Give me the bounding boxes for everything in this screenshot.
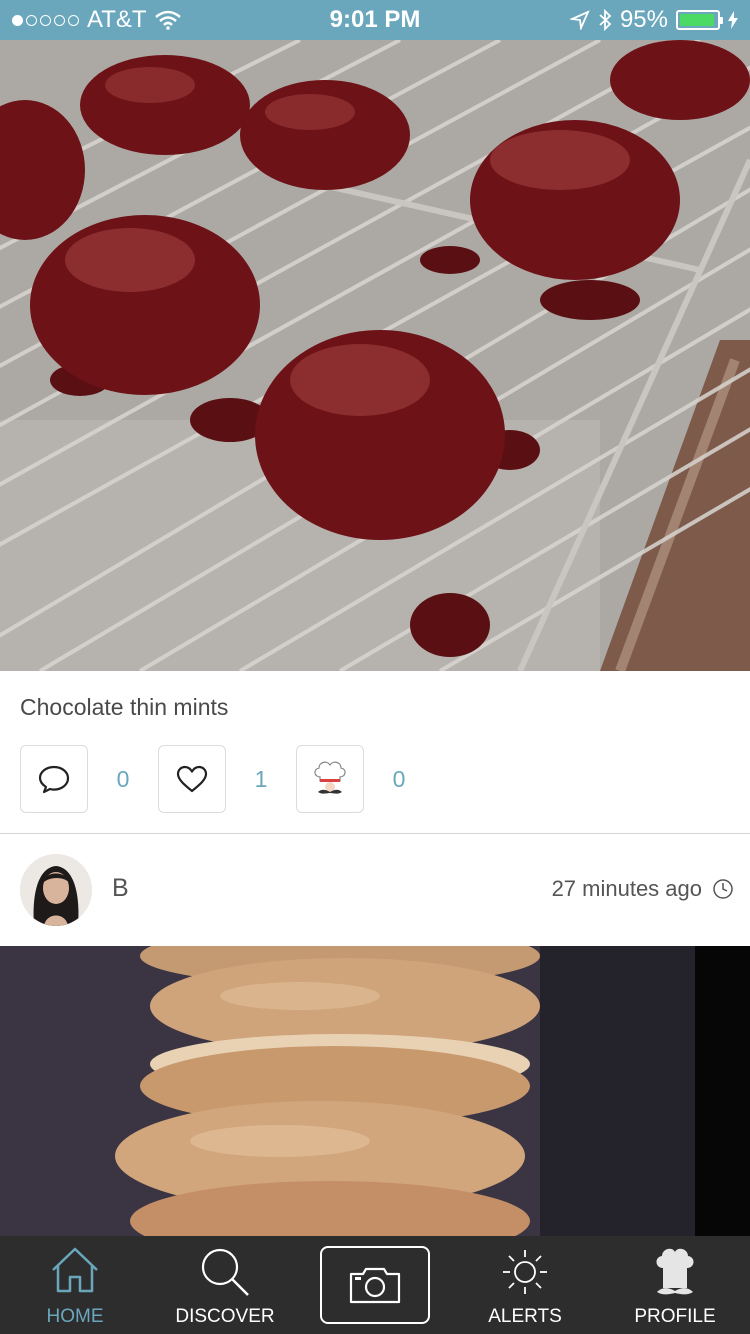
location-arrow-icon xyxy=(569,10,590,30)
avatar-image xyxy=(20,854,92,926)
tab-discover-label: DISCOVER xyxy=(175,1306,275,1327)
peanut-butter-cookies-image xyxy=(0,946,750,1236)
search-icon xyxy=(201,1248,249,1296)
chef-count: 0 xyxy=(392,765,406,792)
clock-icon xyxy=(713,879,733,899)
next-post-photo[interactable] xyxy=(0,946,750,1236)
status-bar: AT&T 9:01 PM 95% xyxy=(0,0,750,40)
camera-button[interactable] xyxy=(320,1246,430,1324)
status-left: AT&T xyxy=(12,0,181,40)
chef-button[interactable] xyxy=(296,745,364,813)
heart-icon xyxy=(176,765,208,793)
next-post-header: B 27 minutes ago xyxy=(0,834,750,946)
tab-discover[interactable]: DISCOVER xyxy=(150,1236,300,1334)
post-timestamp: 27 minutes ago xyxy=(552,876,734,902)
tab-profile[interactable]: PROFILE xyxy=(600,1236,750,1334)
home-icon xyxy=(52,1247,98,1293)
battery-percent: 95% xyxy=(619,6,668,33)
tab-camera[interactable] xyxy=(300,1236,450,1334)
tab-home[interactable]: HOME xyxy=(0,1236,150,1334)
charging-bolt-icon xyxy=(728,11,738,29)
profile-chef-icon xyxy=(656,1248,694,1295)
carrier-label: AT&T xyxy=(87,6,147,33)
chef-hat-icon xyxy=(314,761,346,794)
chocolate-thin-mints-image xyxy=(0,40,750,671)
like-count: 1 xyxy=(254,765,268,792)
post-photo[interactable] xyxy=(0,40,750,671)
status-right: 95% xyxy=(569,0,738,40)
post-caption: Chocolate thin mints xyxy=(20,694,229,720)
like-button[interactable] xyxy=(158,745,226,813)
camera-icon xyxy=(349,1267,401,1304)
tab-alerts-label: ALERTS xyxy=(488,1306,562,1327)
comment-count: 0 xyxy=(116,765,130,792)
signal-strength-icon xyxy=(12,14,79,26)
battery-fill xyxy=(680,14,715,26)
bluetooth-icon xyxy=(599,9,612,31)
battery-icon xyxy=(676,10,723,30)
tab-alerts[interactable]: ALERTS xyxy=(450,1236,600,1334)
timestamp-label: 27 minutes ago xyxy=(551,876,702,901)
tab-profile-label: PROFILE xyxy=(634,1306,716,1327)
tab-home-label: HOME xyxy=(46,1306,104,1327)
avatar[interactable] xyxy=(20,854,92,926)
author-name[interactable]: B xyxy=(112,874,129,903)
comment-icon xyxy=(38,765,70,794)
wifi-icon xyxy=(154,10,181,30)
comment-button[interactable] xyxy=(20,745,88,813)
tab-bar: HOME DISCOVER ALERTS PROFILE xyxy=(0,1236,750,1334)
post-actions: 0 1 0 xyxy=(20,745,434,813)
sun-icon xyxy=(503,1250,547,1294)
